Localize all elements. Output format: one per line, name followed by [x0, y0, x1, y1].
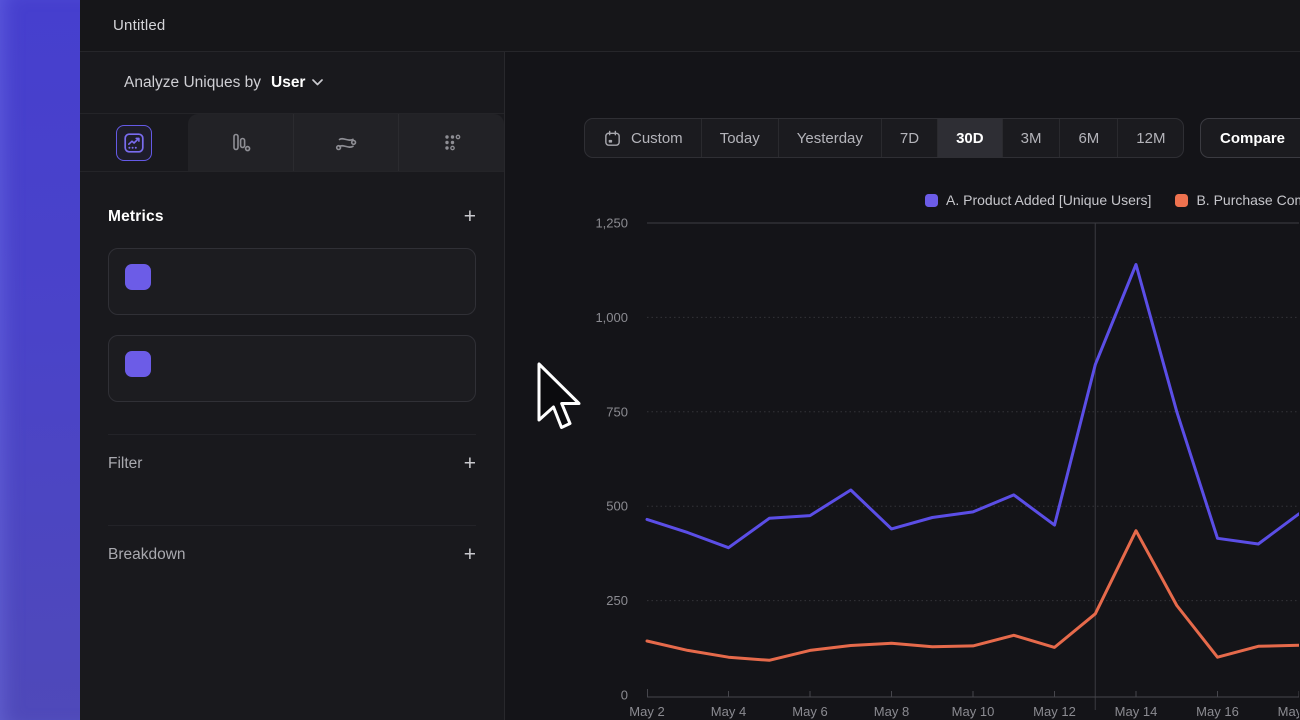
- chart-legend: A. Product Added [Unique Users] B. Purcha…: [925, 192, 1300, 208]
- range-button-yesterday[interactable]: Yesterday: [778, 119, 881, 157]
- tab-flows[interactable]: [293, 114, 399, 171]
- range-button-30d[interactable]: 30D: [937, 119, 1002, 157]
- y-tick-label: 750: [606, 404, 628, 419]
- range-label: 12M: [1136, 130, 1165, 147]
- legend-label: B. Purchase Completed [Unique Users]: [1196, 192, 1300, 208]
- y-tick-label: 1,000: [595, 310, 628, 325]
- metrics-title: Metrics: [108, 208, 164, 226]
- legend-label: A. Product Added [Unique Users]: [946, 192, 1151, 208]
- metric-card-row: [125, 264, 459, 290]
- query-sidebar: Analyze Uniques by User: [80, 52, 505, 720]
- range-button-6m[interactable]: 6M: [1059, 119, 1117, 157]
- x-tick-label: May 14: [1115, 704, 1158, 719]
- range-button-custom[interactable]: Custom: [585, 119, 701, 157]
- top-bar: Untitled: [80, 0, 1300, 52]
- flows-icon: [333, 130, 359, 156]
- metric-card-a[interactable]: [108, 248, 476, 315]
- metric-badge: [125, 264, 151, 290]
- analyze-entity-dropdown[interactable]: User: [271, 74, 323, 92]
- add-breakdown-button[interactable]: +: [464, 545, 476, 565]
- analyze-entity-value: User: [271, 74, 305, 92]
- chart-panel: Custom Today Yesterday 7D 30D 3M 6M 12M Compare…: [505, 52, 1300, 720]
- y-tick-label: 250: [606, 593, 628, 608]
- y-tick-label: 1,250: [595, 216, 628, 231]
- mouse-pointer: [537, 362, 583, 440]
- metrics-list: [108, 248, 476, 402]
- tab-insights[interactable]: [80, 114, 188, 171]
- metric-card-b[interactable]: [108, 335, 476, 402]
- range-label: Custom: [631, 130, 683, 147]
- range-label: Today: [720, 130, 760, 147]
- y-tick-label: 500: [606, 499, 628, 514]
- tab-retention[interactable]: [398, 114, 504, 171]
- range-label: 30D: [956, 130, 984, 147]
- calendar-icon: [603, 129, 622, 148]
- line-chart-icon: [122, 131, 146, 155]
- range-button-3m[interactable]: 3M: [1002, 119, 1060, 157]
- add-metric-button[interactable]: +: [464, 207, 476, 227]
- legend-item[interactable]: B. Purchase Completed [Unique Users]: [1175, 192, 1300, 208]
- range-button-today[interactable]: Today: [701, 119, 778, 157]
- range-label: 6M: [1078, 130, 1099, 147]
- metrics-header: Metrics +: [108, 206, 476, 228]
- chart-type-tabs: [80, 114, 504, 172]
- x-tick-label: May 8: [874, 704, 909, 719]
- legend-swatch: [1175, 194, 1188, 207]
- x-tick-label: May 6: [792, 704, 827, 719]
- bar-chart-icon: [227, 130, 253, 156]
- tab-bar-chart[interactable]: [188, 114, 293, 171]
- x-tick-label: May 12: [1033, 704, 1076, 719]
- analyze-header: Analyze Uniques by User: [80, 52, 504, 114]
- range-label: Yesterday: [797, 130, 863, 147]
- series-line-a: [647, 265, 1299, 548]
- breakdown-section: Breakdown +: [108, 526, 476, 584]
- metric-card-row: [125, 351, 459, 377]
- retention-grid-icon: [439, 130, 465, 156]
- filter-label: Filter: [108, 455, 142, 473]
- range-button-7d[interactable]: 7D: [881, 119, 937, 157]
- x-tick-label: May 10: [952, 704, 995, 719]
- breakdown-label: Breakdown: [108, 546, 186, 564]
- screenshot-root: Untitled Analyze Uniques by User: [0, 0, 1300, 720]
- compare-button[interactable]: Compare: [1200, 118, 1300, 158]
- add-filter-button[interactable]: +: [464, 454, 476, 474]
- series-line-b: [647, 531, 1299, 661]
- sidebar-sections: Metrics + Filter + Breakdown +: [80, 172, 504, 584]
- analytics-app-window: Untitled Analyze Uniques by User: [80, 0, 1300, 720]
- x-tick-label: May 4: [711, 704, 746, 719]
- x-tick-label: May 2: [629, 704, 664, 719]
- x-tick-label: May 16: [1196, 704, 1239, 719]
- tab-insights-selected-frame: [116, 125, 152, 161]
- x-tick-label: May 18: [1278, 704, 1299, 719]
- chevron-down-icon: [312, 79, 323, 86]
- report-title: Untitled: [113, 17, 165, 34]
- y-tick-label: 0: [621, 688, 628, 703]
- range-label: 3M: [1021, 130, 1042, 147]
- filter-section: Filter +: [108, 435, 476, 493]
- inactive-tabs-panel: [188, 114, 504, 171]
- date-range-toolbar: Custom Today Yesterday 7D 30D 3M 6M 12M: [584, 118, 1184, 158]
- app-body: Analyze Uniques by User: [80, 52, 1300, 720]
- metric-badge: [125, 351, 151, 377]
- range-button-12m[interactable]: 12M: [1117, 119, 1183, 157]
- analyze-label: Analyze Uniques by: [124, 74, 261, 92]
- range-label: 7D: [900, 130, 919, 147]
- legend-swatch: [925, 194, 938, 207]
- legend-item[interactable]: A. Product Added [Unique Users]: [925, 192, 1151, 208]
- background-gradient-strip: [0, 0, 80, 720]
